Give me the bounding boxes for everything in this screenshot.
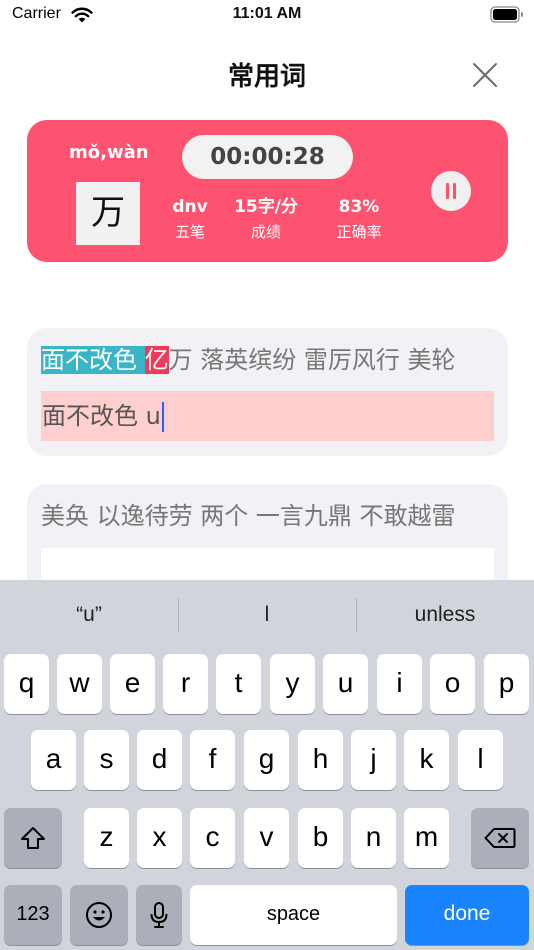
- key-m[interactable]: m: [404, 808, 449, 868]
- numbers-key[interactable]: 123: [4, 885, 62, 945]
- stats-card: mǒ,wàn 万 00:00:28 dnv 五笔 15字/分 成绩 83% 正确…: [27, 120, 508, 262]
- key-w[interactable]: w: [57, 654, 102, 714]
- key-k[interactable]: k: [404, 730, 449, 790]
- key-t[interactable]: t: [216, 654, 261, 714]
- emoji-key[interactable]: [70, 885, 128, 945]
- stat-speed-label: 成绩: [250, 223, 281, 241]
- key-e[interactable]: e: [110, 654, 155, 714]
- space-key[interactable]: space: [190, 885, 397, 945]
- typed-error-text: 亿: [144, 346, 169, 374]
- key-n[interactable]: n: [351, 808, 396, 868]
- page-title: 常用词: [227, 62, 306, 92]
- stat-accuracy-label: 正确率: [336, 223, 382, 241]
- key-l[interactable]: l: [458, 730, 503, 790]
- key-o[interactable]: o: [430, 654, 475, 714]
- timer-display: 00:00:28: [182, 135, 353, 179]
- done-key[interactable]: done: [405, 885, 529, 945]
- status-time: 11:01 AM: [232, 5, 302, 22]
- key-v[interactable]: v: [244, 808, 289, 868]
- current-character: 万: [91, 193, 125, 233]
- key-x[interactable]: x: [137, 808, 182, 868]
- key-h[interactable]: h: [298, 730, 343, 790]
- stat-code: dnv 五笔: [157, 196, 223, 242]
- suggestion-3[interactable]: unless: [356, 580, 534, 650]
- key-d[interactable]: d: [137, 730, 182, 790]
- text-caret: [161, 402, 164, 432]
- key-u[interactable]: u: [323, 654, 368, 714]
- key-s[interactable]: s: [84, 730, 129, 790]
- practice-card: 面不改色 亿万 落英缤纷 雷厉风行 美轮 面不改色 u: [27, 328, 508, 456]
- keyboard: “u” l unless q w e r t y u i o p a s d f…: [0, 580, 534, 950]
- microphone-icon: [150, 902, 168, 928]
- key-b[interactable]: b: [298, 808, 343, 868]
- key-i[interactable]: i: [377, 654, 422, 714]
- backspace-icon: [484, 828, 516, 848]
- current-character-box: 万: [76, 182, 140, 245]
- remaining-text: 万 落英缤纷 雷厉风行 美轮: [168, 346, 456, 374]
- key-c[interactable]: c: [190, 808, 235, 868]
- shift-icon: [21, 827, 45, 849]
- delete-key[interactable]: [471, 808, 529, 868]
- status-bar: Carrier 11:01 AM: [0, 0, 534, 30]
- key-f[interactable]: f: [190, 730, 235, 790]
- next-reference-text: 美奂 以逸待劳 两个 一言九鼎 不敢越雷: [41, 502, 456, 530]
- typing-input-text: 面不改色 u: [42, 402, 161, 430]
- stat-accuracy-value: 83%: [338, 197, 380, 217]
- key-j[interactable]: j: [351, 730, 396, 790]
- pause-button[interactable]: [431, 171, 471, 211]
- pause-icon-bar-right: [453, 183, 456, 199]
- suggestion-1[interactable]: “u”: [0, 580, 178, 650]
- typing-input[interactable]: 面不改色 u: [41, 391, 494, 441]
- reference-text: 面不改色 亿万 落英缤纷 雷厉风行 美轮: [41, 342, 456, 378]
- key-a[interactable]: a: [31, 730, 76, 790]
- key-y[interactable]: y: [270, 654, 315, 714]
- stat-code-value: dnv: [172, 197, 208, 217]
- dictation-key[interactable]: [136, 885, 182, 945]
- key-z[interactable]: z: [84, 808, 129, 868]
- key-g[interactable]: g: [244, 730, 289, 790]
- pinyin-label: mǒ,wàn: [69, 142, 149, 163]
- key-p[interactable]: p: [484, 654, 529, 714]
- emoji-icon: [86, 902, 112, 928]
- key-r[interactable]: r: [163, 654, 208, 714]
- stat-speed-value: 15字/分: [234, 197, 298, 217]
- key-q[interactable]: q: [4, 654, 49, 714]
- suggestion-2[interactable]: l: [178, 580, 356, 650]
- battery-icon: [490, 6, 523, 23]
- stat-code-label: 五笔: [174, 223, 205, 241]
- close-icon[interactable]: [470, 60, 500, 90]
- typed-correct-text: 面不改色: [41, 346, 137, 374]
- stat-accuracy: 83% 正确率: [321, 196, 397, 242]
- stat-speed: 15字/分 成绩: [223, 196, 309, 242]
- shift-key[interactable]: [4, 808, 62, 868]
- typed-correct-space: [137, 346, 145, 374]
- pause-icon-bar-left: [446, 183, 449, 199]
